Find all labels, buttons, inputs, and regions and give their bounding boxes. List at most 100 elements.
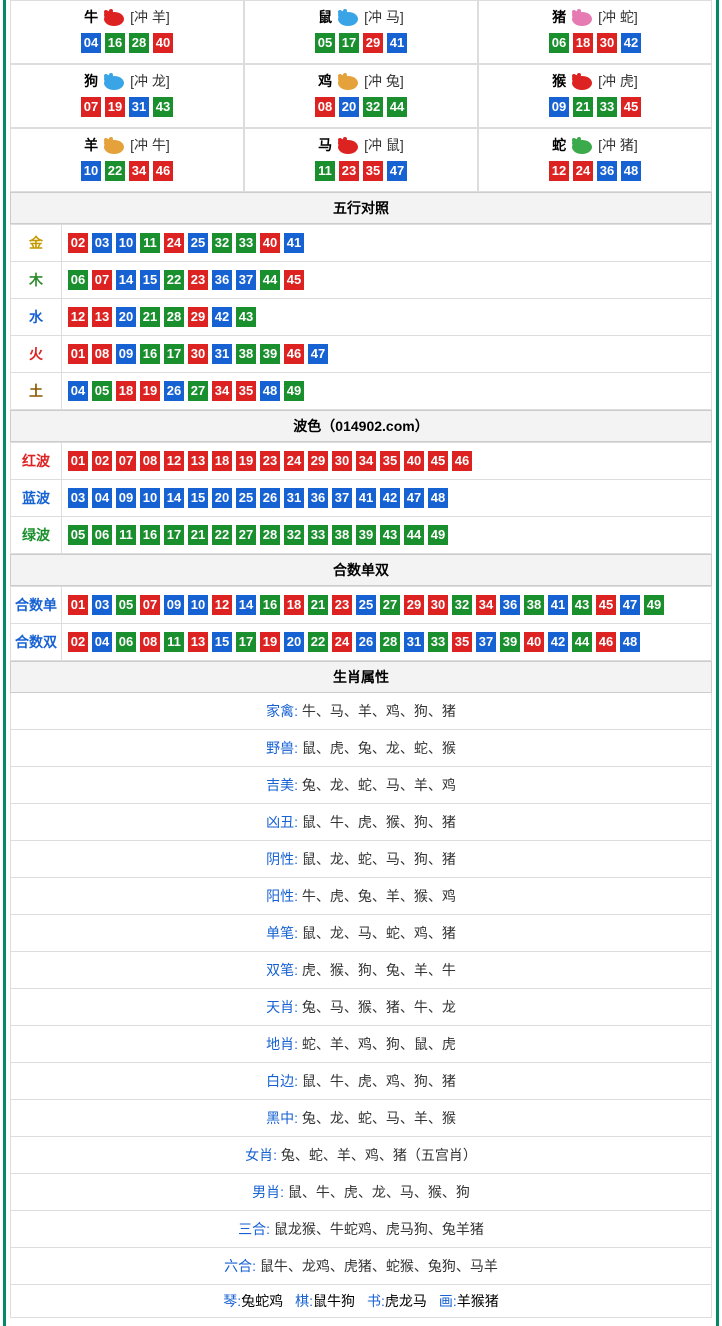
number-ball: 18 (116, 381, 136, 401)
row-balls: 06071415222336374445 (62, 264, 711, 296)
number-ball: 19 (105, 97, 125, 117)
number-ball: 44 (260, 270, 280, 290)
number-ball: 33 (236, 233, 256, 253)
attr-label: 女肖: (245, 1147, 281, 1163)
number-ball: 44 (404, 525, 424, 545)
number-ball: 30 (428, 595, 448, 615)
number-ball: 26 (356, 632, 376, 652)
row-label: 合数双 (11, 624, 62, 660)
number-ball: 32 (452, 595, 472, 615)
number-ball: 21 (140, 307, 160, 327)
number-ball: 41 (356, 488, 376, 508)
number-ball: 09 (116, 344, 136, 364)
number-ball: 38 (524, 595, 544, 615)
number-ball: 19 (260, 632, 280, 652)
foot-row: 琴:兔蛇鸡棋:鼠牛狗书:虎龙马画:羊猴猪 (10, 1285, 712, 1318)
zodiac-cell: 猪[冲 蛇]06183042 (478, 0, 712, 64)
page-container: 牛[冲 羊]04162840鼠[冲 马]05172941猪[冲 蛇]061830… (3, 0, 719, 1326)
zodiac-animal-icon (568, 71, 596, 91)
attr-value: 虎、猴、狗、兔、羊、牛 (302, 962, 456, 978)
zodiac-name: 鸡 (318, 71, 332, 91)
number-ball: 27 (380, 595, 400, 615)
number-ball: 31 (212, 344, 232, 364)
number-ball: 49 (284, 381, 304, 401)
attr-row: 白边: 鼠、牛、虎、鸡、狗、猪 (10, 1063, 712, 1100)
number-ball: 28 (129, 33, 149, 53)
attr-label: 凶丑: (266, 814, 302, 830)
number-ball: 11 (315, 161, 335, 181)
attr-row: 吉美: 兔、龙、蛇、马、羊、鸡 (10, 767, 712, 804)
number-ball: 03 (92, 595, 112, 615)
number-ball: 40 (260, 233, 280, 253)
number-ball: 47 (387, 161, 407, 181)
number-ball: 49 (428, 525, 448, 545)
number-ball: 16 (140, 344, 160, 364)
number-ball: 40 (404, 451, 424, 471)
zodiac-clash: [冲 鼠] (364, 135, 404, 155)
number-ball: 13 (92, 307, 112, 327)
attr-value: 鼠、龙、蛇、马、狗、猪 (302, 851, 456, 867)
number-ball: 40 (153, 33, 173, 53)
number-ball: 06 (68, 270, 88, 290)
zodiac-clash: [冲 牛] (130, 135, 170, 155)
foot-key: 画: (439, 1293, 457, 1309)
number-ball: 12 (549, 161, 569, 181)
number-ball: 23 (260, 451, 280, 471)
zodiac-clash: [冲 虎] (598, 71, 638, 91)
zodiac-name: 牛 (84, 7, 98, 27)
row-label: 火 (11, 336, 62, 372)
number-ball: 06 (92, 525, 112, 545)
zodiac-cell: 羊[冲 牛]10223446 (10, 128, 244, 192)
zodiac-cell: 鸡[冲 兔]08203244 (244, 64, 478, 128)
number-ball: 06 (116, 632, 136, 652)
number-ball: 45 (621, 97, 641, 117)
number-ball: 30 (188, 344, 208, 364)
zodiac-balls: 07193143 (11, 97, 243, 117)
zodiac-balls: 11233547 (245, 161, 477, 181)
row-balls: 0108091617303138394647 (62, 338, 711, 370)
number-ball: 48 (428, 488, 448, 508)
table-row: 红波0102070812131819232429303435404546 (10, 442, 712, 480)
attr-label: 男肖: (252, 1184, 288, 1200)
attr-value: 牛、虎、兔、羊、猴、鸡 (302, 888, 456, 904)
foot-key: 棋: (295, 1293, 313, 1309)
table-row: 合数双0204060811131517192022242628313335373… (10, 624, 712, 661)
number-ball: 10 (188, 595, 208, 615)
foot-pair: 琴:兔蛇鸡 (223, 1291, 283, 1311)
zodiac-balls: 05172941 (245, 33, 477, 53)
number-ball: 12 (68, 307, 88, 327)
number-ball: 30 (332, 451, 352, 471)
wuxing-header: 五行对照 (10, 192, 712, 224)
number-ball: 36 (212, 270, 232, 290)
number-ball: 29 (308, 451, 328, 471)
number-ball: 44 (572, 632, 592, 652)
number-ball: 07 (116, 451, 136, 471)
number-ball: 20 (212, 488, 232, 508)
number-ball: 13 (188, 451, 208, 471)
attr-row: 凶丑: 鼠、牛、虎、猴、狗、猪 (10, 804, 712, 841)
table-row: 水1213202128294243 (10, 299, 712, 336)
number-ball: 37 (332, 488, 352, 508)
number-ball: 21 (308, 595, 328, 615)
number-ball: 41 (548, 595, 568, 615)
number-ball: 21 (188, 525, 208, 545)
number-ball: 08 (92, 344, 112, 364)
number-ball: 19 (140, 381, 160, 401)
number-ball: 48 (620, 632, 640, 652)
table-row: 蓝波03040910141520252631363741424748 (10, 480, 712, 517)
table-row: 绿波05061116172122272832333839434449 (10, 517, 712, 554)
number-ball: 49 (644, 595, 664, 615)
number-ball: 39 (260, 344, 280, 364)
number-ball: 34 (129, 161, 149, 181)
number-ball: 11 (164, 632, 184, 652)
zodiac-cell: 猴[冲 虎]09213345 (478, 64, 712, 128)
row-label: 土 (11, 373, 62, 409)
number-ball: 42 (621, 33, 641, 53)
attr-label: 天肖: (266, 999, 302, 1015)
zodiac-name: 马 (318, 135, 332, 155)
number-ball: 44 (387, 97, 407, 117)
number-ball: 14 (116, 270, 136, 290)
row-label: 金 (11, 225, 62, 261)
number-ball: 43 (153, 97, 173, 117)
number-ball: 09 (549, 97, 569, 117)
